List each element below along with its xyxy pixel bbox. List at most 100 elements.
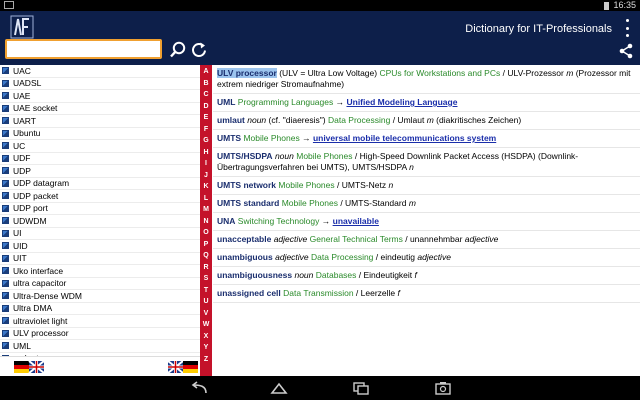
dictionary-entry[interactable]: unambiguousness noun Databases / Eindeut… [213,267,640,285]
index-letter[interactable]: P [204,239,209,251]
entry-list[interactable]: ULV processor (ULV = Ultra Low Voltage) … [213,65,640,376]
entry-category[interactable]: Mobile Phones [282,198,338,208]
see-also-arrow-icon: → [319,216,333,226]
index-letter[interactable]: G [203,135,208,147]
index-letter[interactable]: W [203,319,210,331]
index-letter[interactable]: X [204,331,209,343]
entry-category[interactable]: Data Processing [328,115,390,125]
index-letter[interactable]: M [203,204,209,216]
list-item[interactable]: UIT [0,253,200,265]
screenshot-icon[interactable] [434,381,452,395]
index-letter[interactable]: S [204,273,209,285]
search-icon[interactable] [169,41,187,59]
list-item[interactable]: UDP [0,165,200,178]
overflow-menu-icon[interactable] [623,19,631,37]
system-nav-bar [0,376,640,400]
entry-category[interactable]: Programming Languages [238,97,333,107]
index-letter[interactable]: T [204,285,208,297]
dictionary-entry[interactable]: UMTS standard Mobile Phones / UMTS-Stand… [213,195,640,213]
list-item[interactable]: UART [0,115,200,128]
index-letter[interactable]: Y [204,342,209,354]
list-item[interactable]: UDP datagram [0,178,200,190]
dictionary-entry[interactable]: ULV processor (ULV = Ultra Low Voltage) … [213,65,640,94]
dictionary-entry[interactable]: UMTS network Mobile Phones / UMTS-Netz n [213,177,640,195]
index-letter[interactable]: C [203,89,208,101]
list-item[interactable]: UID [0,240,200,253]
recents-icon[interactable] [352,381,370,395]
index-letter[interactable]: V [204,308,209,320]
list-item[interactable]: UI [0,228,200,240]
list-item[interactable]: ultra capacitor [0,278,200,290]
entry-part-of-speech: noun [294,270,314,280]
dictionary-entry[interactable]: unambiguous adjective Data Processing / … [213,249,640,267]
list-item[interactable]: Uko interface [0,265,200,278]
term-icon [2,267,9,275]
dictionary-entry[interactable]: UMTS Mobile Phones → universal mobile te… [213,130,640,148]
index-letter[interactable]: F [204,124,208,136]
list-item[interactable]: UAE [0,90,200,103]
list-item[interactable]: UAE socket [0,103,200,115]
list-item[interactable]: ULV processor [0,328,200,340]
list-item[interactable]: UAC [0,65,200,78]
entry-note: (ULV = Ultra Low Voltage) [279,68,380,78]
index-letter[interactable]: N [203,216,208,228]
entry-translation: / Leerzelle [353,288,398,298]
list-item-label: UID [13,240,28,251]
entry-crossref-link[interactable]: universal mobile telecommunications syst… [313,133,496,143]
list-item[interactable]: Ultra DMA [0,303,200,315]
list-item[interactable]: Ultra-Dense WDM [0,290,200,303]
index-letter[interactable]: A [203,66,208,78]
index-letter[interactable]: Q [203,250,208,262]
index-letter[interactable]: L [204,193,208,205]
index-letter[interactable]: E [204,112,209,124]
entry-category[interactable]: Mobile Phones [278,180,334,190]
index-letter[interactable]: I [205,158,207,170]
list-item[interactable]: UDWDM [0,215,200,228]
refresh-icon[interactable] [190,41,208,59]
dictionary-entry[interactable]: UMTS/HSDPA noun Mobile Phones / High-Spe… [213,148,640,177]
de-en-flag-icon[interactable] [14,361,44,373]
list-item[interactable]: UDP packet [0,190,200,203]
dictionary-entry[interactable]: unassigned cell Data Transmission / Leer… [213,285,640,303]
dictionary-entry[interactable]: UNA Switching Technology → unavailable [213,213,640,231]
entry-crossref-link[interactable]: Unified Modeling Language [346,97,457,107]
list-item[interactable]: UML [0,340,200,353]
entry-category[interactable]: Databases [316,270,357,280]
entry-category[interactable]: CPUs for Workstations and PCs [379,68,500,78]
index-letter[interactable]: H [203,147,208,159]
entry-category[interactable]: Data Processing [311,252,373,262]
share-icon[interactable] [618,43,634,59]
entry-crossref-link[interactable]: unavailable [333,216,379,226]
list-item[interactable]: Ubuntu [0,128,200,140]
list-item[interactable]: UDF [0,153,200,165]
en-de-flag-icon[interactable] [168,361,198,373]
home-icon[interactable] [270,381,288,395]
index-letter[interactable]: R [203,262,208,274]
index-letter[interactable]: J [204,170,208,182]
list-item[interactable]: UDP port [0,203,200,215]
entry-category[interactable]: Switching Technology [238,216,320,226]
dictionary-entry[interactable]: UML Programming Languages → Unified Mode… [213,94,640,112]
entry-category[interactable]: General Technical Terms [310,234,403,244]
entry-gender: adjective [417,252,451,262]
entry-headword: UMTS [217,133,242,143]
term-list[interactable]: UAC UADSL UAE UAE socket UART Ubuntu UC UDF UDP U… [0,65,200,356]
list-item[interactable]: ultraviolet light [0,315,200,328]
entry-category[interactable]: Mobile Phones [296,151,352,161]
search-input[interactable] [5,39,162,59]
index-letter[interactable]: U [203,296,208,308]
entry-category[interactable]: Mobile Phones [243,133,299,143]
list-item[interactable]: UC [0,140,200,153]
entry-category[interactable]: Data Transmission [283,288,353,298]
index-letter[interactable]: Z [204,354,208,366]
index-letter[interactable]: O [203,227,208,239]
dictionary-entry[interactable]: unacceptable adjective General Technical… [213,231,640,249]
list-item[interactable]: UADSL [0,78,200,90]
dictionary-entry[interactable]: umlaut noun (cf. "diaeresis") Data Proce… [213,112,640,130]
term-icon [2,304,9,312]
back-icon[interactable] [190,381,208,395]
battery-icon [604,1,610,10]
index-letter[interactable]: K [203,181,208,193]
index-letter[interactable]: D [203,101,208,113]
index-letter[interactable]: B [203,78,208,90]
